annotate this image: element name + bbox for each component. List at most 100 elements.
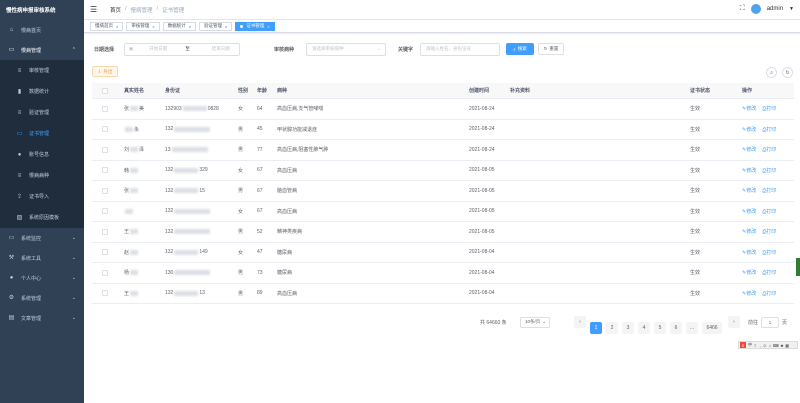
tag-5[interactable]: 证书管理 × — [235, 21, 275, 31]
toggle-search-button[interactable]: ⌕ — [766, 67, 777, 78]
sidebar-item-3[interactable]: ▭ 系统监控 ⌄ — [0, 228, 84, 248]
close-icon[interactable]: × — [189, 24, 191, 29]
cell-status: 生效 — [690, 188, 701, 195]
print-button[interactable]: ⎙打印 — [762, 249, 776, 256]
more-pages-icon[interactable]: ... — [686, 322, 698, 334]
page-button[interactable]: 2 — [606, 322, 618, 334]
tag-2[interactable]: 审核管理 × — [126, 21, 160, 31]
date-range-picker[interactable]: ▣ 开始日期 至 结束日期 — [124, 42, 240, 56]
sidebar-subitem-7[interactable]: ⇪ 证书导入 — [0, 186, 84, 207]
sidebar-item-1[interactable]: ⌂慢病首页⌄ — [0, 20, 84, 40]
row-checkbox[interactable] — [102, 290, 108, 297]
tag-1[interactable]: 慢病首页 × — [90, 21, 124, 31]
sidebar-subitem-6[interactable]: ≡ 慢病病种 — [0, 165, 84, 186]
edit-button[interactable]: ✎修改 — [742, 208, 756, 215]
sidebar-subitem-2[interactable]: ▮ 数据统计 — [0, 81, 84, 102]
breadcrumb-home[interactable]: 首页 — [110, 6, 121, 14]
date-end-input[interactable]: 结束日期 — [212, 46, 230, 52]
print-button[interactable]: ⎙打印 — [762, 290, 776, 297]
cell-disease: 高血压病 — [277, 208, 298, 215]
row-checkbox[interactable] — [102, 126, 108, 133]
print-button[interactable]: ⎙打印 — [762, 208, 776, 215]
row-checkbox[interactable] — [102, 105, 108, 112]
prev-page-button[interactable]: ‹ — [574, 316, 586, 328]
page-button[interactable]: 3 — [622, 322, 634, 334]
cell-sex: 女 — [238, 249, 244, 256]
tag-3[interactable]: 数据统计 × — [162, 21, 197, 31]
avatar[interactable] — [750, 4, 761, 14]
goto-page-input[interactable]: 1 — [761, 316, 780, 328]
caret-down-icon[interactable]: ▼ — [789, 6, 794, 12]
page-size-select[interactable]: 10条/页 ⌄ — [520, 316, 550, 328]
edit-button[interactable]: ✎修改 — [742, 167, 756, 174]
export-button[interactable]: ⇩ 导出 — [92, 66, 118, 77]
close-icon[interactable]: × — [152, 24, 154, 29]
hamburger-icon[interactable]: ☰ — [90, 5, 100, 14]
ime-shirt-icon: ♣ — [780, 342, 784, 348]
print-button[interactable]: ⎙打印 — [762, 126, 776, 133]
next-page-button[interactable]: › — [728, 316, 740, 328]
disease-select[interactable]: 请选择审核病种 ⌄ — [306, 42, 386, 56]
row-checkbox[interactable] — [102, 167, 108, 174]
page-button[interactable]: 4 — [638, 322, 650, 334]
close-icon[interactable]: × — [267, 24, 269, 29]
cell-disease: 高血压病,阻塞性肺气肿 — [277, 147, 329, 154]
cell-status: 生效 — [690, 249, 701, 256]
refresh-button[interactable]: ↻ — [782, 67, 793, 78]
download-icon: ⇩ — [97, 68, 102, 74]
edit-button[interactable]: ✎修改 — [742, 290, 756, 297]
sidebar-item-4[interactable]: ⚒ 系统工具 ⌄ — [0, 248, 84, 268]
date-start-input[interactable]: 开始日期 — [149, 46, 167, 52]
row-checkbox[interactable] — [102, 208, 108, 215]
select-all-checkbox[interactable] — [102, 87, 108, 94]
row-checkbox[interactable] — [102, 249, 108, 256]
sidebar-subitem-3[interactable]: ≡ 验证管理 — [0, 102, 84, 123]
edit-button[interactable]: ✎修改 — [742, 269, 756, 276]
sidebar-subitem-5[interactable]: ● 账号信息 — [0, 144, 84, 165]
edit-button[interactable]: ✎修改 — [742, 146, 756, 153]
reset-button[interactable]: ↻ 重置 — [538, 43, 564, 55]
sidebar-item-2[interactable]: ▭ 慢病管理 ⌃ — [0, 40, 84, 60]
close-icon[interactable]: × — [225, 24, 227, 29]
edit-button[interactable]: ✎修改 — [742, 249, 756, 256]
gear-icon: ⚙ — [8, 295, 15, 301]
edit-button[interactable]: ✎修改 — [742, 126, 756, 133]
side-widget-tab[interactable] — [796, 258, 800, 276]
page-button[interactable]: 6 — [670, 322, 682, 334]
ime-toolbar[interactable]: S 中 ☾ , ☺ ♪ ⌨ ♣ ▦ — [738, 341, 798, 349]
breadcrumb-level-2[interactable]: 慢病管理 — [131, 6, 153, 14]
row-checkbox[interactable] — [102, 269, 108, 276]
print-button[interactable]: ⎙打印 — [762, 187, 776, 194]
user-icon: ● — [17, 151, 22, 158]
print-button[interactable]: ⎙打印 — [762, 167, 776, 174]
print-button[interactable]: ⎙打印 — [762, 105, 776, 112]
edit-button[interactable]: ✎修改 — [742, 105, 756, 112]
fullscreen-icon[interactable]: ⛶ — [740, 5, 745, 13]
user-name[interactable]: admin — [767, 6, 783, 12]
sidebar-subitem-8[interactable]: ▧ 系统原因模板 — [0, 207, 84, 228]
edit-button[interactable]: ✎修改 — [742, 228, 756, 235]
cell-ops: ✎修改 ⎙打印 — [742, 284, 776, 304]
sidebar-item-6[interactable]: ⚙ 系统管理 ⌄ — [0, 288, 84, 308]
sidebar-subitem-4[interactable]: ▭ 证书管理 — [0, 123, 84, 144]
keyword-input[interactable]: 请输入姓名、身份证号 — [420, 42, 500, 56]
cell-ops: ✎修改 ⎙打印 — [742, 99, 776, 119]
row-checkbox[interactable] — [102, 187, 108, 194]
close-icon[interactable]: × — [116, 24, 118, 29]
sidebar-subitem-1[interactable]: ≡ 审核管理 — [0, 60, 84, 81]
row-checkbox[interactable] — [102, 146, 108, 153]
page-button[interactable]: 6466 — [702, 322, 722, 334]
search-button[interactable]: ⌕ 搜索 — [506, 43, 534, 55]
sidebar-item-5[interactable]: ● 个人中心 ⌄ — [0, 268, 84, 288]
sidebar-item-7[interactable]: ▤ 文章管理 ⌄ — [0, 308, 84, 328]
tag-4[interactable]: 验证管理 × — [199, 21, 233, 31]
row-checkbox[interactable] — [102, 228, 108, 235]
table-row: 张美 132903 0828 女 64 高血压病,支气管哮喘 2021-08-24 生效 ✎修改… — [92, 99, 794, 120]
edit-button[interactable]: ✎修改 — [742, 187, 756, 194]
print-button[interactable]: ⎙打印 — [762, 228, 776, 235]
print-button[interactable]: ⎙打印 — [762, 146, 776, 153]
page-button[interactable]: 5 — [654, 322, 666, 334]
page-button[interactable]: 1 — [590, 322, 602, 334]
sidebar-item-label: 个人中心 — [21, 275, 42, 282]
print-button[interactable]: ⎙打印 — [762, 269, 776, 276]
